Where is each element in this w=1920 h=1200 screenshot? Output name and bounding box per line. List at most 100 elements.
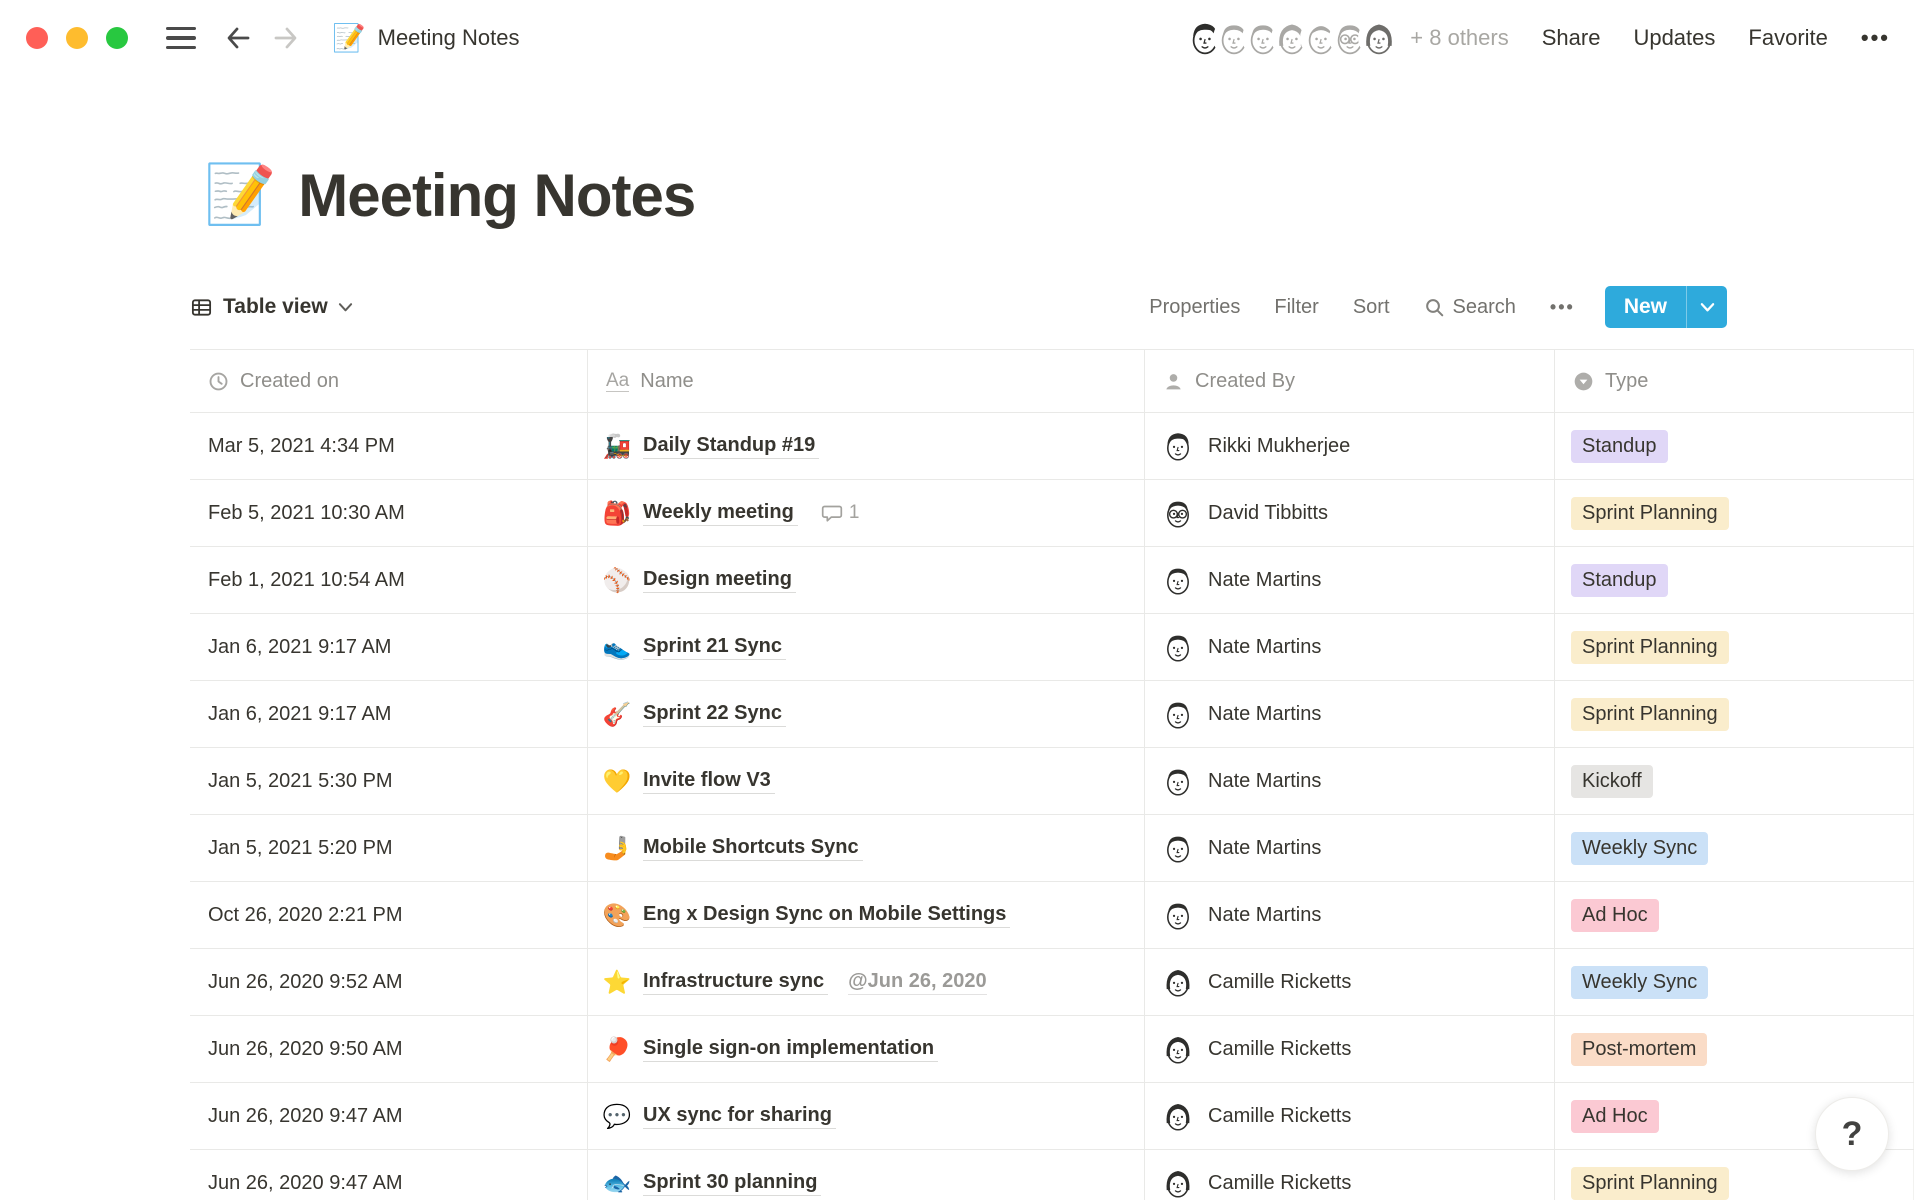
page-link[interactable]: Weekly meeting	[643, 501, 798, 526]
created-by-cell[interactable]: Camille Ricketts	[1145, 1150, 1555, 1200]
type-badge[interactable]: Kickoff	[1571, 765, 1653, 798]
more-options-icon[interactable]: •••	[1861, 25, 1890, 51]
new-button[interactable]: New	[1605, 286, 1686, 328]
type-cell[interactable]: Kickoff	[1555, 748, 1914, 814]
page-link[interactable]: Infrastructure sync	[643, 970, 828, 995]
page-emoji-large-icon[interactable]: 📝	[204, 166, 276, 224]
created-by-cell[interactable]: Nate Martins	[1145, 815, 1555, 881]
created-on-cell[interactable]: Feb 5, 2021 10:30 AM	[190, 480, 588, 546]
page-link[interactable]: Sprint 21 Sync	[643, 635, 786, 660]
date-mention[interactable]: @Jun 26, 2020	[848, 970, 986, 995]
page-link[interactable]: Invite flow V3	[643, 769, 775, 794]
type-badge[interactable]: Post-mortem	[1571, 1033, 1707, 1066]
column-header-created-by[interactable]: Created By	[1145, 350, 1555, 412]
sidebar-toggle-icon[interactable]	[166, 27, 196, 50]
close-window-button[interactable]	[26, 27, 48, 49]
created-on-cell[interactable]: Jan 5, 2021 5:30 PM	[190, 748, 588, 814]
name-cell[interactable]: ⭐Infrastructure sync@Jun 26, 2020	[588, 949, 1145, 1015]
created-on-cell[interactable]: Jun 26, 2020 9:47 AM	[190, 1083, 588, 1149]
type-cell[interactable]: Weekly Sync	[1555, 949, 1914, 1015]
page-link[interactable]: Eng x Design Sync on Mobile Settings	[643, 903, 1010, 928]
search-button[interactable]: Search	[1424, 296, 1516, 319]
type-cell[interactable]: Sprint Planning	[1555, 480, 1914, 546]
created-on-cell[interactable]: Jan 6, 2021 9:17 AM	[190, 614, 588, 680]
type-badge[interactable]: Standup	[1571, 564, 1668, 597]
created-by-cell[interactable]: David Tibbitts	[1145, 480, 1555, 546]
type-cell[interactable]: Post-mortem	[1555, 1016, 1914, 1082]
column-header-created-on[interactable]: Created on	[190, 350, 588, 412]
sort-button[interactable]: Sort	[1353, 296, 1390, 319]
created-by-cell[interactable]: Nate Martins	[1145, 748, 1555, 814]
share-button[interactable]: Share	[1542, 25, 1601, 51]
updates-button[interactable]: Updates	[1633, 25, 1715, 51]
properties-button[interactable]: Properties	[1149, 296, 1240, 319]
collaborator-avatar[interactable]	[1360, 19, 1398, 57]
name-cell[interactable]: 🤳Mobile Shortcuts Sync	[588, 815, 1145, 881]
view-options-icon[interactable]: •••	[1550, 297, 1575, 318]
comment-count[interactable]: 1	[821, 502, 860, 524]
type-badge[interactable]: Sprint Planning	[1571, 1167, 1729, 1200]
page-link[interactable]: Sprint 30 planning	[643, 1171, 821, 1196]
name-cell[interactable]: 💛Invite flow V3	[588, 748, 1145, 814]
created-on-cell[interactable]: Jan 5, 2021 5:20 PM	[190, 815, 588, 881]
column-header-name[interactable]: Aa Name	[588, 350, 1145, 412]
page-link[interactable]: Mobile Shortcuts Sync	[643, 836, 863, 861]
page-title[interactable]: Meeting Notes	[298, 161, 695, 230]
created-on-cell[interactable]: Jun 26, 2020 9:52 AM	[190, 949, 588, 1015]
collaborator-avatar-stack[interactable]	[1186, 19, 1398, 57]
type-cell[interactable]: Standup	[1555, 547, 1914, 613]
type-cell[interactable]: Sprint Planning	[1555, 614, 1914, 680]
name-cell[interactable]: 🎸Sprint 22 Sync	[588, 681, 1145, 747]
type-badge[interactable]: Standup	[1571, 430, 1668, 463]
type-badge[interactable]: Weekly Sync	[1571, 966, 1708, 999]
page-link[interactable]: UX sync for sharing	[643, 1104, 836, 1129]
column-header-type[interactable]: Type	[1555, 350, 1914, 412]
created-by-cell[interactable]: Camille Ricketts	[1145, 1083, 1555, 1149]
type-badge[interactable]: Sprint Planning	[1571, 497, 1729, 530]
filter-button[interactable]: Filter	[1274, 296, 1318, 319]
name-cell[interactable]: 🏓Single sign-on implementation	[588, 1016, 1145, 1082]
type-cell[interactable]: Sprint Planning	[1555, 681, 1914, 747]
name-cell[interactable]: 👟Sprint 21 Sync	[588, 614, 1145, 680]
created-by-cell[interactable]: Camille Ricketts	[1145, 1016, 1555, 1082]
name-cell[interactable]: 🎒Weekly meeting1	[588, 480, 1145, 546]
favorite-button[interactable]: Favorite	[1748, 25, 1827, 51]
zoom-window-button[interactable]	[106, 27, 128, 49]
name-cell[interactable]: 🎨Eng x Design Sync on Mobile Settings	[588, 882, 1145, 948]
help-button[interactable]: ?	[1815, 1097, 1889, 1171]
created-on-cell[interactable]: Jun 26, 2020 9:50 AM	[190, 1016, 588, 1082]
created-by-cell[interactable]: Nate Martins	[1145, 882, 1555, 948]
forward-button[interactable]	[270, 22, 302, 54]
collaborators-others-count[interactable]: + 8 others	[1410, 25, 1508, 51]
page-link[interactable]: Design meeting	[643, 568, 796, 593]
created-on-cell[interactable]: Oct 26, 2020 2:21 PM	[190, 882, 588, 948]
created-by-cell[interactable]: Nate Martins	[1145, 547, 1555, 613]
created-on-cell[interactable]: Jun 26, 2020 9:47 AM	[190, 1150, 588, 1200]
created-on-cell[interactable]: Mar 5, 2021 4:34 PM	[190, 413, 588, 479]
breadcrumb-page-title[interactable]: Meeting Notes	[378, 25, 520, 51]
created-by-cell[interactable]: Nate Martins	[1145, 681, 1555, 747]
created-by-cell[interactable]: Camille Ricketts	[1145, 949, 1555, 1015]
type-badge[interactable]: Sprint Planning	[1571, 698, 1729, 731]
minimize-window-button[interactable]	[66, 27, 88, 49]
type-cell[interactable]: Weekly Sync	[1555, 815, 1914, 881]
back-button[interactable]	[222, 22, 254, 54]
created-on-cell[interactable]: Feb 1, 2021 10:54 AM	[190, 547, 588, 613]
type-cell[interactable]: Standup	[1555, 413, 1914, 479]
page-link[interactable]: Sprint 22 Sync	[643, 702, 786, 727]
name-cell[interactable]: 🚂Daily Standup #19	[588, 413, 1145, 479]
created-on-cell[interactable]: Jan 6, 2021 9:17 AM	[190, 681, 588, 747]
created-by-cell[interactable]: Nate Martins	[1145, 614, 1555, 680]
type-cell[interactable]: Ad Hoc	[1555, 882, 1914, 948]
name-cell[interactable]: 💬UX sync for sharing	[588, 1083, 1145, 1149]
type-badge[interactable]: Weekly Sync	[1571, 832, 1708, 865]
type-badge[interactable]: Ad Hoc	[1571, 899, 1659, 932]
page-link[interactable]: Single sign-on implementation	[643, 1037, 938, 1062]
view-switcher[interactable]: Table view	[190, 295, 353, 319]
created-by-cell[interactable]: Rikki Mukherjee	[1145, 413, 1555, 479]
type-badge[interactable]: Sprint Planning	[1571, 631, 1729, 664]
type-badge[interactable]: Ad Hoc	[1571, 1100, 1659, 1133]
name-cell[interactable]: 🐟Sprint 30 planning	[588, 1150, 1145, 1200]
new-button-dropdown[interactable]	[1686, 286, 1727, 328]
page-link[interactable]: Daily Standup #19	[643, 434, 819, 459]
